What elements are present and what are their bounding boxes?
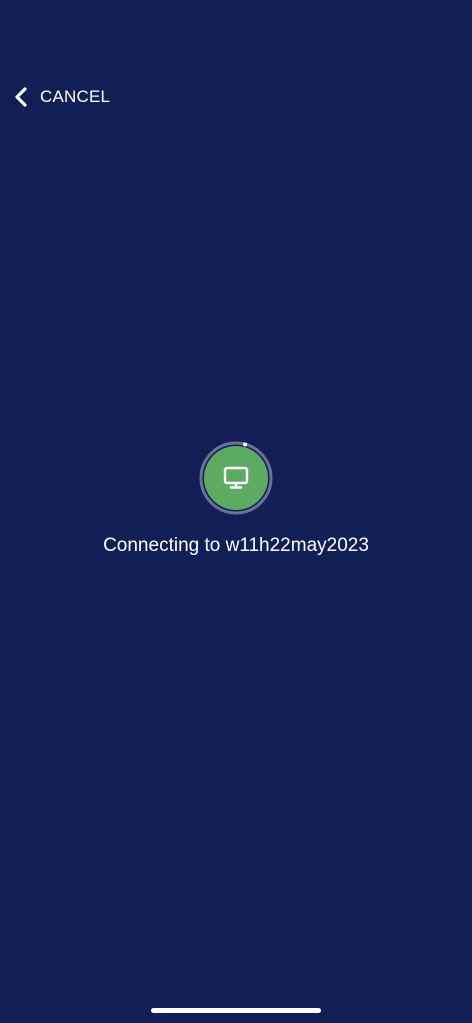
connecting-spinner: [199, 441, 273, 515]
cancel-button[interactable]: CANCEL: [10, 84, 110, 110]
connecting-message: Connecting to w11h22may2023: [103, 535, 369, 556]
chevron-left-icon: [10, 84, 32, 110]
desktop-computer-icon: [204, 446, 268, 510]
home-indicator[interactable]: [151, 1008, 321, 1013]
cancel-label: CANCEL: [40, 87, 111, 106]
connecting-screen: CANCEL Connecting to w11h22may2023: [0, 0, 472, 1023]
connection-status: Connecting to w11h22may2023: [0, 441, 472, 557]
